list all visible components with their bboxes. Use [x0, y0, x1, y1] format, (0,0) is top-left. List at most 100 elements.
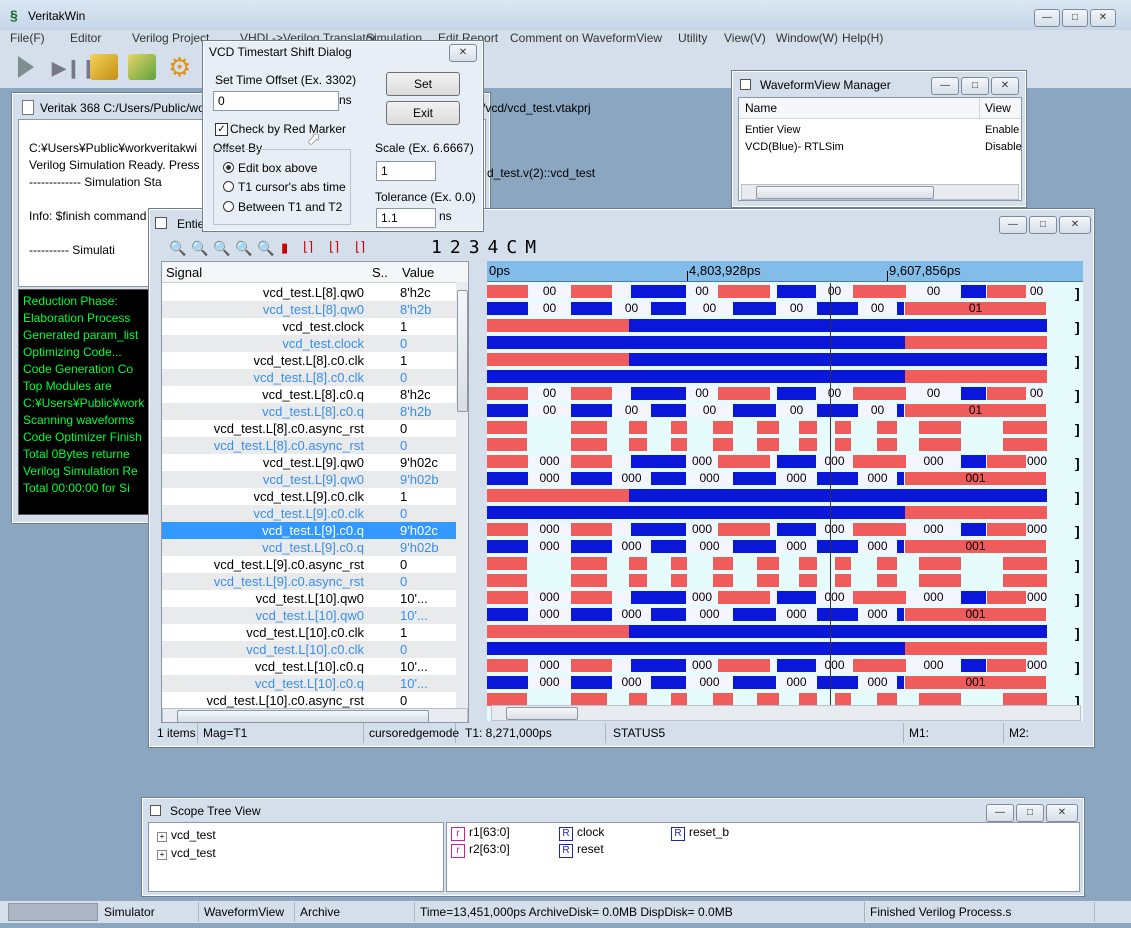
- scope-item[interactable]: Rclock: [559, 825, 604, 841]
- signal-row[interactable]: vcd_test.L[8].qw0 8'h2c: [162, 284, 456, 301]
- scope-item[interactable]: r r2[63:0]: [451, 842, 510, 858]
- offset-input[interactable]: 0: [213, 91, 339, 111]
- radio-t1-cursor[interactable]: [223, 181, 234, 192]
- signal-list-hscroll-thumb[interactable]: [177, 710, 429, 722]
- toolbar-label-2[interactable]: 2: [450, 237, 461, 258]
- signal-row[interactable]: vcd_test.L[8].c0.async_rst 0: [162, 437, 456, 454]
- scope-maximize-button[interactable]: □: [1016, 804, 1044, 822]
- signal-list-vscroll-thumb[interactable]: [457, 290, 468, 412]
- signal-row[interactable]: vcd_test.L[9].c0.q 9'h02c: [162, 522, 456, 539]
- signal-row[interactable]: vcd_test.L[9].c0.clk 0: [162, 505, 456, 522]
- zoom-fit-icon[interactable]: 🔍: [169, 240, 186, 257]
- waveform-hscroll[interactable]: [491, 705, 1081, 721]
- tolerance-input[interactable]: 1.1: [376, 208, 436, 228]
- maximize-button[interactable]: □: [1062, 9, 1088, 27]
- signal-row[interactable]: vcd_test.L[10].qw0 10'...: [162, 607, 456, 624]
- edge-prev-icon[interactable]: ⌊⌉: [303, 239, 313, 255]
- signal-row[interactable]: vcd_test.L[8].c0.clk 1: [162, 352, 456, 369]
- menu-item[interactable]: Utility: [678, 31, 724, 45]
- waveform-minimize-button[interactable]: —: [999, 216, 1027, 234]
- marker-icon[interactable]: ▮: [281, 240, 288, 256]
- signal-row[interactable]: vcd_test.L[8].c0.q 8'h2c: [162, 386, 456, 403]
- col-signal[interactable]: Signal: [166, 265, 202, 280]
- manager-maximize-button[interactable]: □: [961, 77, 989, 95]
- manager-col-name[interactable]: Name: [745, 101, 777, 115]
- signal-row[interactable]: vcd_test.L[10].c0.q 10'...: [162, 658, 456, 675]
- signal-row[interactable]: vcd_test.L[10].c0.clk 1: [162, 624, 456, 641]
- t1-cursor[interactable]: [830, 283, 831, 707]
- menu-item[interactable]: Comment on WaveformView: [510, 31, 678, 45]
- toolbar-label-M[interactable]: M: [525, 237, 536, 258]
- signal-row[interactable]: vcd_test.L[9].c0.async_rst 0: [162, 573, 456, 590]
- manager-row[interactable]: VCD(Blue)- RTLSim Disable: [739, 139, 1022, 156]
- console-line-tail: d_test.v(2)::vcd_test: [487, 166, 596, 180]
- radio-edit-box[interactable]: [223, 162, 234, 173]
- menu-item[interactable]: View(V): [724, 31, 776, 45]
- signal-row[interactable]: vcd_test.L[10].c0.async_rst 0: [162, 692, 456, 708]
- zoom-prev-icon[interactable]: 🔍: [235, 240, 252, 257]
- waveform-maximize-button[interactable]: □: [1029, 216, 1057, 234]
- manager-minimize-button[interactable]: —: [931, 77, 959, 95]
- signal-row[interactable]: vcd_test.clock 1: [162, 318, 456, 335]
- signal-row[interactable]: vcd_test.L[10].qw0 10'...: [162, 590, 456, 607]
- zoom-out-icon[interactable]: 🔍: [213, 240, 230, 257]
- red-marker-checkbox[interactable]: ✓: [215, 123, 228, 136]
- radio-between[interactable]: [223, 201, 234, 212]
- manager-col-view[interactable]: View: [985, 101, 1011, 115]
- waveform-hscroll-thumb[interactable]: [506, 707, 578, 720]
- signal-list-vscroll[interactable]: [456, 282, 468, 708]
- settings-gear-icon[interactable]: ⚙: [168, 52, 191, 83]
- waveform-pane[interactable]: 0ps 4,803,928ps 9,607,856ps 00 00 00 00 00 00…: [487, 261, 1083, 721]
- run-icon[interactable]: [18, 56, 34, 78]
- signal-row[interactable]: vcd_test.clock 0: [162, 335, 456, 352]
- minimize-button[interactable]: —: [1034, 9, 1060, 27]
- edge-both-icon[interactable]: ⌊⌉: [355, 239, 365, 255]
- signal-list-hscroll[interactable]: [162, 708, 468, 722]
- scope-tree-node[interactable]: + vcd_test: [157, 826, 216, 844]
- close-button[interactable]: ✕: [1090, 9, 1116, 27]
- col-s[interactable]: S..: [372, 265, 388, 280]
- signal-row[interactable]: vcd_test.L[10].c0.clk 0: [162, 641, 456, 658]
- scale-input[interactable]: 1: [376, 161, 436, 181]
- signal-row[interactable]: vcd_test.L[8].qw0 8'h2b: [162, 301, 456, 318]
- manager-hscroll-thumb[interactable]: [756, 186, 934, 199]
- expand-icon[interactable]: +: [157, 832, 167, 842]
- toolbar-label-1[interactable]: 1: [431, 237, 442, 258]
- signal-row[interactable]: vcd_test.L[8].c0.clk 0: [162, 369, 456, 386]
- zoom-next-icon[interactable]: 🔍: [257, 240, 274, 257]
- col-value[interactable]: Value: [402, 265, 434, 280]
- menu-item[interactable]: Window(W): [776, 31, 842, 45]
- scope-item[interactable]: Rreset_b: [671, 825, 729, 841]
- zoom-in-icon[interactable]: 🔍: [191, 240, 208, 257]
- signal-row[interactable]: vcd_test.L[9].c0.clk 1: [162, 488, 456, 505]
- scope-tree-node[interactable]: + vcd_test: [157, 844, 216, 862]
- signal-row[interactable]: vcd_test.L[8].c0.async_rst 0: [162, 420, 456, 437]
- compile-icon[interactable]: [90, 54, 118, 80]
- compile-run-icon[interactable]: [128, 54, 156, 80]
- toolbar-label-C[interactable]: C: [506, 237, 517, 258]
- manager-hscroll[interactable]: [741, 184, 1019, 200]
- signal-row[interactable]: vcd_test.L[8].c0.q 8'h2b: [162, 403, 456, 420]
- menu-item[interactable]: File(F): [10, 31, 70, 45]
- toolbar-label-3[interactable]: 3: [469, 237, 480, 258]
- edge-next-icon[interactable]: ⌊⌉: [329, 239, 339, 255]
- expand-icon[interactable]: +: [157, 850, 167, 860]
- set-button[interactable]: Set: [386, 72, 460, 96]
- signal-row[interactable]: vcd_test.L[9].c0.q 9'h02b: [162, 539, 456, 556]
- waveform-close-button[interactable]: ✕: [1059, 216, 1091, 234]
- vcd-dialog-close-button[interactable]: ✕: [449, 44, 477, 62]
- signal-row[interactable]: vcd_test.L[9].qw0 9'h02b: [162, 471, 456, 488]
- scope-close-button[interactable]: ✕: [1046, 804, 1078, 822]
- scope-minimize-button[interactable]: —: [986, 804, 1014, 822]
- scope-item[interactable]: Rreset: [559, 842, 604, 858]
- exit-button[interactable]: Exit: [386, 101, 460, 125]
- signal-row[interactable]: vcd_test.L[9].c0.async_rst 0: [162, 556, 456, 573]
- menu-item[interactable]: Editor: [70, 31, 132, 45]
- menu-item[interactable]: Help(H): [842, 31, 892, 45]
- manager-close-button[interactable]: ✕: [991, 77, 1019, 95]
- signal-row[interactable]: vcd_test.L[10].c0.q 10'...: [162, 675, 456, 692]
- signal-row[interactable]: vcd_test.L[9].qw0 9'h02c: [162, 454, 456, 471]
- toolbar-label-4[interactable]: 4: [488, 237, 499, 258]
- scope-item[interactable]: r r1[63:0]: [451, 825, 510, 841]
- manager-row[interactable]: Entier View Enable: [739, 122, 1021, 139]
